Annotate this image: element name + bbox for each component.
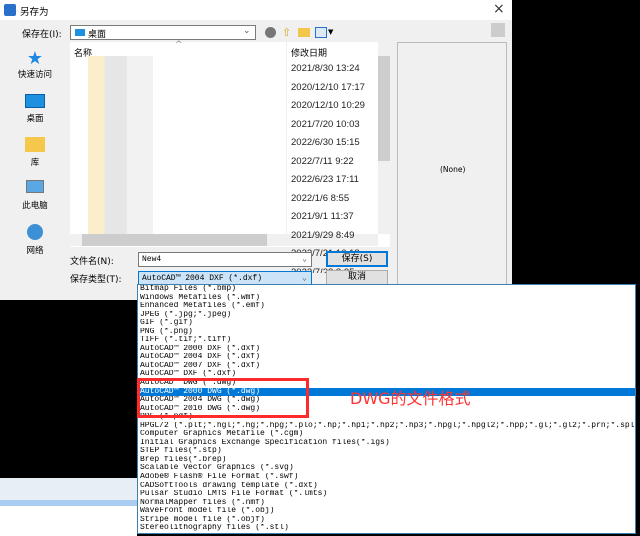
back-icon[interactable] xyxy=(265,27,276,38)
save-as-dialog: 另存为 × 保存在(I): 桌面 ⌄ ⇧ ▼ ★ 快速访问 桌面 库 此电脑 网络… xyxy=(0,0,512,300)
filetype-option[interactable]: Pulsar Studio LMTS File Format (*.lmts) xyxy=(138,490,635,499)
file-date: 2021/8/30 13:24 xyxy=(291,63,360,74)
sidebar-label: 网络 xyxy=(26,246,44,256)
library-icon xyxy=(25,137,45,152)
file-date: 2022/6/30 15:15 xyxy=(291,137,360,148)
sidebar-item-desktop[interactable]: 桌面 xyxy=(5,94,65,124)
scroll-thumb[interactable] xyxy=(82,234,267,246)
file-date: 2022/7/11 9:22 xyxy=(291,155,354,167)
save-in-label: 保存在(I): xyxy=(22,30,62,40)
filetype-value: AutoCAD™ 2004 DXF (*.dxf) xyxy=(142,274,263,283)
view-menu-icon[interactable] xyxy=(315,27,327,38)
vertical-scrollbar[interactable] xyxy=(378,42,390,234)
blurred-filenames xyxy=(88,56,153,236)
filetype-option[interactable]: Bitmap Files (*.bmp) xyxy=(138,285,635,294)
file-date: 2020/12/10 10:29 xyxy=(291,100,365,111)
scroll-thumb[interactable] xyxy=(378,56,390,161)
file-date: 2021/7/20 10:03 xyxy=(291,118,360,130)
background-area xyxy=(0,506,137,536)
filetype-option[interactable]: CADSoftTools drawing template (*.dxt) xyxy=(138,482,635,491)
filetype-option[interactable]: AutoCAD™ 2000 DXF (*.dxf) xyxy=(138,345,635,354)
file-date: 2022/6/23 17:11 xyxy=(291,174,359,185)
filetype-option[interactable]: GIF (*.gif) xyxy=(138,319,635,328)
sidebar-label: 此电脑 xyxy=(22,201,48,211)
filetype-option[interactable]: WaveFront model file (*.obj) xyxy=(138,507,635,516)
annotation-text: DWG的文件格式 xyxy=(350,389,471,408)
sort-arrow-icon: ^ xyxy=(175,40,183,50)
filetype-label: 保存类型(T): xyxy=(70,275,122,285)
file-date: 2021/9/29 8:49 xyxy=(291,229,355,241)
sidebar-item-network[interactable]: 网络 xyxy=(5,224,65,256)
network-icon xyxy=(27,224,43,240)
star-icon: ★ xyxy=(26,48,44,69)
background-toolbar-strip xyxy=(0,478,137,500)
filetype-option[interactable]: Scalable Vector Graphics (*.svg) xyxy=(138,464,635,473)
filetype-option[interactable]: HPGL/2 (*.plt;*.hgl;*.hg;*.hpg;*.plo;*.h… xyxy=(138,422,635,431)
new-folder-icon[interactable] xyxy=(298,28,310,37)
save-button[interactable]: 保存(S) xyxy=(326,251,388,267)
sidebar-item-library[interactable]: 库 xyxy=(5,137,65,168)
highlight-rectangle xyxy=(137,378,309,418)
filetype-option[interactable]: Stripe model file (*.objf) xyxy=(138,516,635,525)
location-value: 桌面 xyxy=(88,30,107,40)
close-button[interactable]: × xyxy=(493,1,505,17)
filetype-option[interactable]: STEP files(*.stp) xyxy=(138,447,635,456)
location-combo[interactable]: 桌面 ⌄ xyxy=(70,25,256,40)
title-bar: 另存为 × xyxy=(0,0,512,20)
window-title: 另存为 xyxy=(20,7,49,18)
preview-toggle-icon[interactable] xyxy=(491,23,505,37)
filetype-option[interactable]: Brep files(*.brep) xyxy=(138,456,635,465)
preview-text: (None) xyxy=(440,165,466,174)
filetype-option[interactable]: AutoCAD™ 2004 DXF (*.dxf) xyxy=(138,353,635,362)
view-dropdown-arrow-icon[interactable]: ▼ xyxy=(328,28,333,36)
column-divider xyxy=(286,42,287,234)
filetype-option[interactable]: TIFF (*.tif;*.tiff) xyxy=(138,336,635,345)
sidebar-item-this-pc[interactable]: 此电脑 xyxy=(5,180,65,211)
filetype-option[interactable]: Enhanced Metafiles (*.emf) xyxy=(138,302,635,311)
sidebar-item-quick-access[interactable]: ★ 快速访问 xyxy=(5,48,65,81)
filename-value: New4 xyxy=(142,255,162,264)
up-folder-icon[interactable]: ⇧ xyxy=(282,26,291,39)
filename-input[interactable]: New4 ⌄ xyxy=(138,252,312,267)
sidebar-label: 快速访问 xyxy=(17,70,52,80)
sidebar-label: 库 xyxy=(30,158,40,168)
filetype-option[interactable]: PNG (*.png) xyxy=(138,328,635,337)
preview-pane: (None) xyxy=(397,42,507,300)
filetype-option[interactable]: AutoCAD™ 2007 DXF (*.dxf) xyxy=(138,362,635,371)
file-date: 2022/1/6 8:55 xyxy=(291,192,350,204)
file-date: 2021/9/1 11:37 xyxy=(291,211,354,222)
filetype-option[interactable]: NormalMapper files (*.nmf) xyxy=(138,499,635,508)
filetype-option[interactable]: Stereolithography files (*.stl) xyxy=(138,524,635,533)
app-icon xyxy=(4,4,16,16)
column-header-date[interactable]: 修改日期 xyxy=(291,46,327,59)
sidebar-label: 桌面 xyxy=(26,114,44,124)
file-date: 2020/12/10 17:17 xyxy=(291,81,365,93)
desktop-folder-icon xyxy=(75,29,85,36)
filetype-option[interactable]: Adobe® Flash® File Format (*.swf) xyxy=(138,473,635,482)
chevron-down-icon: ⌄ xyxy=(243,26,251,36)
filetype-option[interactable]: Windows Metafiles (*.wmf) xyxy=(138,294,635,303)
filetype-option[interactable]: Computer Graphics Metafile (*.cgm) xyxy=(138,430,635,439)
chevron-down-icon: ⌄ xyxy=(302,255,307,264)
filetype-option[interactable]: Initial Graphics Exchange Specification … xyxy=(138,439,635,448)
filename-label: 文件名(N): xyxy=(70,257,114,267)
filetype-option[interactable]: JPEG (*.jpg;*.jpeg) xyxy=(138,311,635,320)
computer-icon xyxy=(26,180,44,193)
desktop-icon xyxy=(25,94,45,108)
